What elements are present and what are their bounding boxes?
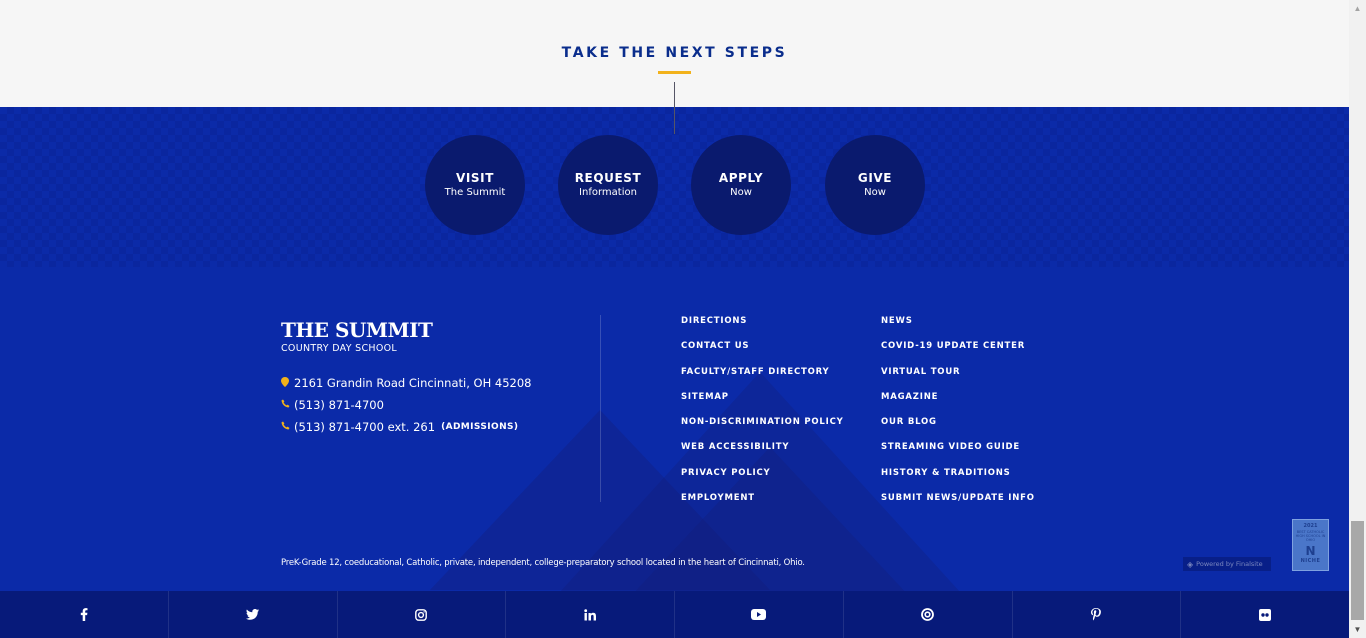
footer-divider xyxy=(600,315,601,502)
phone-icon xyxy=(281,399,291,411)
request-subtitle: Information xyxy=(579,187,637,198)
niche-badge[interactable]: 2021 BEST CATHOLIC HIGH SCHOOL IN OHIO N… xyxy=(1292,519,1329,571)
admissions-label[interactable]: (ADMISSIONS) xyxy=(441,422,518,432)
page-scrollbar[interactable]: ▲ ▼ xyxy=(1349,0,1366,638)
footer-link-sitemap[interactable]: SITEMAP xyxy=(681,391,844,416)
niche-logo-icon: N xyxy=(1305,544,1316,558)
niche-badge-name: NICHE xyxy=(1300,558,1321,564)
request-info-button[interactable]: REQUEST Information xyxy=(558,135,658,235)
footer-link-covid-update-center[interactable]: COVID-19 UPDATE CENTER xyxy=(881,340,1035,365)
niche-badge-description: BEST CATHOLIC HIGH SCHOOL IN OHIO xyxy=(1295,530,1326,542)
facebook-icon xyxy=(80,608,88,621)
phone-icon xyxy=(281,421,291,433)
give-subtitle: Now xyxy=(864,187,886,198)
powered-by-text: Powered by Finalsite xyxy=(1196,560,1263,568)
school-logo[interactable]: THE SUMMIT xyxy=(281,318,433,342)
linkedin-link[interactable] xyxy=(506,591,675,638)
youtube-link[interactable] xyxy=(675,591,844,638)
finalsite-icon: ◈ xyxy=(1187,559,1194,569)
footer-link-privacy-policy[interactable]: PRIVACY POLICY xyxy=(681,467,844,492)
school-tagline: PreK-Grade 12, coeducational, Catholic, … xyxy=(281,558,805,568)
visit-button[interactable]: VISIT The Summit xyxy=(425,135,525,235)
admissions-phone-row: (513) 871-4700 ext. 261 (ADMISSIONS) xyxy=(281,420,518,434)
footer-link-directions[interactable]: DIRECTIONS xyxy=(681,315,844,340)
social-media-bar xyxy=(0,591,1349,638)
footer-link-virtual-tour[interactable]: VIRTUAL TOUR xyxy=(881,366,1035,391)
youtube-icon xyxy=(751,609,767,620)
powered-by-finalsite-link[interactable]: ◈ Powered by Finalsite xyxy=(1183,557,1271,571)
title-underline xyxy=(658,71,691,74)
pinterest-icon xyxy=(1091,608,1102,621)
facebook-link[interactable] xyxy=(0,591,169,638)
apply-button[interactable]: APPLY Now xyxy=(691,135,791,235)
footer-link-contact-us[interactable]: CONTACT US xyxy=(681,340,844,365)
flickr-link[interactable] xyxy=(1181,591,1349,638)
podcast-icon xyxy=(921,608,935,621)
footer-links-column-1: DIRECTIONS CONTACT US FACULTY/STAFF DIRE… xyxy=(681,315,844,517)
next-steps-title: TAKE THE NEXT STEPS xyxy=(561,45,788,61)
scroll-thumb[interactable] xyxy=(1351,521,1364,620)
footer-link-streaming-video-guide[interactable]: STREAMING VIDEO GUIDE xyxy=(881,441,1035,466)
visit-title: VISIT xyxy=(455,171,495,185)
instagram-icon xyxy=(415,608,428,621)
connector-line xyxy=(674,82,675,134)
twitter-icon xyxy=(246,609,260,620)
twitter-link[interactable] xyxy=(169,591,338,638)
niche-badge-year: 2021 xyxy=(1303,523,1318,529)
linkedin-icon xyxy=(584,608,597,621)
footer-link-history-traditions[interactable]: HISTORY & TRADITIONS xyxy=(881,467,1035,492)
footer-link-news[interactable]: NEWS xyxy=(881,315,1035,340)
give-button[interactable]: GIVE Now xyxy=(825,135,925,235)
footer-link-web-accessibility[interactable]: WEB ACCESSIBILITY xyxy=(681,441,844,466)
apply-subtitle: Now xyxy=(730,187,752,198)
footer-link-non-discrimination-policy[interactable]: NON-DISCRIMINATION POLICY xyxy=(681,416,844,441)
footer-links-column-2: NEWS COVID-19 UPDATE CENTER VIRTUAL TOUR… xyxy=(881,315,1035,517)
podcast-link[interactable] xyxy=(844,591,1013,638)
apply-title: APPLY xyxy=(718,171,764,185)
school-logo-subtitle: COUNTRY DAY SCHOOL xyxy=(281,343,397,354)
instagram-link[interactable] xyxy=(338,591,507,638)
footer-link-faculty-staff-directory[interactable]: FACULTY/STAFF DIRECTORY xyxy=(681,366,844,391)
request-title: REQUEST xyxy=(574,171,642,185)
map-pin-icon xyxy=(281,376,291,390)
pinterest-link[interactable] xyxy=(1013,591,1182,638)
visit-subtitle: The Summit xyxy=(444,187,506,198)
phone-link[interactable]: (513) 871-4700 xyxy=(294,398,384,412)
footer-link-submit-news[interactable]: SUBMIT NEWS/UPDATE INFO xyxy=(881,492,1035,517)
footer-link-our-blog[interactable]: OUR BLOG xyxy=(881,416,1035,441)
scroll-up-arrow-icon[interactable]: ▲ xyxy=(1349,0,1366,17)
footer-link-magazine[interactable]: MAGAZINE xyxy=(881,391,1035,416)
admissions-phone-link[interactable]: (513) 871-4700 ext. 261 xyxy=(294,420,435,434)
address-text: 2161 Grandin Road Cincinnati, OH 45208 xyxy=(294,376,532,390)
phone-row: (513) 871-4700 xyxy=(281,398,384,412)
footer-background xyxy=(0,107,1349,591)
address-row: 2161 Grandin Road Cincinnati, OH 45208 xyxy=(281,376,531,390)
flickr-icon xyxy=(1259,608,1272,621)
give-title: GIVE xyxy=(857,171,893,185)
footer-link-employment[interactable]: EMPLOYMENT xyxy=(681,492,844,517)
scroll-down-arrow-icon[interactable]: ▼ xyxy=(1349,621,1366,638)
